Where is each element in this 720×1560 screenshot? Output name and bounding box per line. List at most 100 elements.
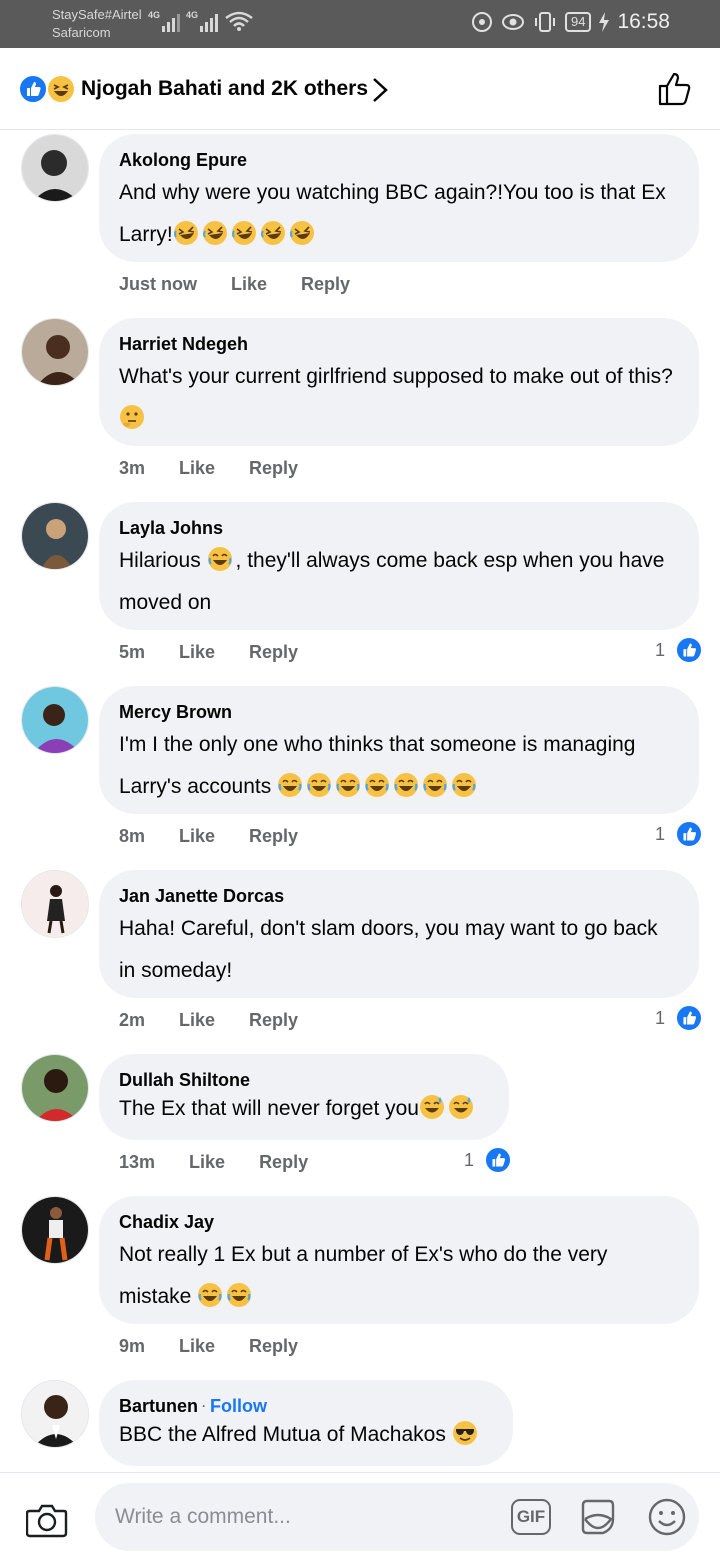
comment-input-placeholder: Write a comment... xyxy=(115,1505,291,1528)
comment-text: The Ex that will never forget you xyxy=(119,1092,489,1126)
comment-actions: 13m Like Reply xyxy=(119,1152,308,1173)
follow-button[interactable]: Follow xyxy=(210,1394,267,1418)
comment-bubble[interactable]: Bartunen · Follow BBC the Alfred Mutua o… xyxy=(99,1380,513,1466)
joy-emoji-icon xyxy=(307,773,332,797)
wifi-icon xyxy=(225,11,253,31)
avatar[interactable] xyxy=(21,686,89,754)
rofl-emoji-icon xyxy=(202,221,227,245)
like-reaction-icon xyxy=(675,1004,704,1032)
reply-button[interactable]: Reply xyxy=(249,826,298,847)
eye-icon xyxy=(501,14,524,30)
comment-time: Just now xyxy=(119,274,198,294)
avatar[interactable] xyxy=(21,1196,89,1264)
reply-button[interactable]: Reply xyxy=(249,1336,298,1357)
comment-author[interactable]: Harriet Ndegeh xyxy=(119,332,679,356)
reaction-count[interactable]: 1 xyxy=(655,636,704,664)
comment-bubble[interactable]: Harriet Ndegeh What's your current girlf… xyxy=(99,318,699,446)
sweat-smile-emoji-icon xyxy=(419,1095,444,1119)
rofl-emoji-icon xyxy=(173,221,198,245)
comment-author[interactable]: Jan Janette Dorcas xyxy=(119,884,679,908)
comment-bubble[interactable]: Dullah Shiltone The Ex that will never f… xyxy=(99,1054,509,1140)
status-bar: StaySafe#Airtel Safaricom 4G 4G 94 16:58 xyxy=(0,0,720,48)
reply-button[interactable]: Reply xyxy=(259,1152,308,1173)
reaction-count[interactable]: 1 xyxy=(464,1146,513,1174)
clock: 16:58 xyxy=(617,10,670,33)
joy-emoji-icon xyxy=(207,547,232,571)
comment-bubble[interactable]: Akolong Epure And why were you watching … xyxy=(99,134,699,262)
like-button[interactable]: Like xyxy=(231,274,267,295)
comment-bubble[interactable]: Mercy Brown I'm I the only one who think… xyxy=(99,686,699,814)
like-button[interactable]: Like xyxy=(179,1336,215,1357)
like-button[interactable]: Like xyxy=(179,1010,215,1031)
reply-button[interactable]: Reply xyxy=(249,642,298,663)
comment-author[interactable]: Dullah Shiltone xyxy=(119,1068,489,1092)
sunglasses-emoji-icon xyxy=(452,1421,477,1445)
reply-button[interactable]: Reply xyxy=(301,274,350,295)
separator-dot: · xyxy=(202,1399,207,1413)
comment-author[interactable]: Mercy Brown xyxy=(119,700,679,724)
comments-sheet: Njogah Bahati and 2K others Akolong Epur… xyxy=(0,48,720,1560)
comment-author[interactable]: Layla Johns xyxy=(119,516,679,540)
like-reaction-icon xyxy=(484,1146,513,1174)
comment-bubble[interactable]: Chadix Jay Not really 1 Ex but a number … xyxy=(99,1196,699,1324)
author-name[interactable]: Bartunen xyxy=(119,1394,198,1418)
comment-bubble[interactable]: Jan Janette Dorcas Haha! Careful, don't … xyxy=(99,870,699,998)
comment-time: 2m xyxy=(119,1010,146,1030)
chevron-right-icon[interactable] xyxy=(368,76,392,104)
comment-author[interactable]: Chadix Jay xyxy=(119,1210,679,1234)
avatar[interactable] xyxy=(21,1054,89,1122)
reactions-header[interactable]: Njogah Bahati and 2K others xyxy=(0,48,720,130)
comment-author: Bartunen · Follow xyxy=(119,1394,493,1418)
avatar[interactable] xyxy=(21,134,89,202)
comment-actions: 5m Like Reply xyxy=(119,642,298,663)
reaction-count-value: 1 xyxy=(464,1149,475,1170)
battery-indicator: 94 xyxy=(564,12,592,32)
comment-bubble[interactable]: Layla Johns Hilarious , they'll always c… xyxy=(99,502,699,630)
sticker-icon[interactable] xyxy=(577,1497,619,1539)
reaction-count-value: 1 xyxy=(655,1007,666,1028)
charging-icon xyxy=(599,12,610,32)
comment-time: 5m xyxy=(119,642,146,662)
vibrate-icon xyxy=(534,12,555,32)
sweat-smile-emoji-icon xyxy=(448,1095,473,1119)
comment-time: 3m xyxy=(119,458,146,478)
gif-icon[interactable]: GIF xyxy=(511,1499,551,1535)
reactions-summary[interactable]: Njogah Bahati and 2K others xyxy=(81,74,368,104)
reply-button[interactable]: Reply xyxy=(249,1010,298,1031)
like-button[interactable]: Like xyxy=(179,458,215,479)
joy-emoji-icon xyxy=(423,773,448,797)
like-button[interactable]: Like xyxy=(179,826,215,847)
reply-button[interactable]: Reply xyxy=(249,458,298,479)
avatar[interactable] xyxy=(21,870,89,938)
avatar[interactable] xyxy=(21,502,89,570)
comment-time: 9m xyxy=(119,1336,146,1356)
camera-icon[interactable] xyxy=(26,1501,68,1539)
haha-reaction-icon xyxy=(46,74,76,104)
reaction-count[interactable]: 1 xyxy=(655,1004,704,1032)
comment-composer: Write a comment... GIF xyxy=(0,1472,720,1560)
like-button[interactable]: Like xyxy=(189,1152,225,1173)
comment-text: I'm I the only one who thinks that someo… xyxy=(119,733,636,798)
comment-input[interactable]: Write a comment... GIF xyxy=(95,1483,699,1551)
signal-icon: 4G xyxy=(186,10,218,32)
comment-text: And why were you watching BBC again?!You… xyxy=(119,181,666,246)
thumbs-up-icon[interactable] xyxy=(656,70,694,108)
avatar[interactable] xyxy=(21,1380,89,1448)
network-type-2: 4G xyxy=(186,10,199,20)
comment-time: 8m xyxy=(119,826,146,846)
avatar[interactable] xyxy=(21,318,89,386)
comment-actions: 8m Like Reply xyxy=(119,826,298,847)
comment-time: 13m xyxy=(119,1152,156,1172)
comment-author[interactable]: Akolong Epure xyxy=(119,148,679,172)
reaction-count-value: 1 xyxy=(655,639,666,660)
joy-emoji-icon xyxy=(198,1283,223,1307)
reaction-count[interactable]: 1 xyxy=(655,820,704,848)
reaction-count-value: 1 xyxy=(655,823,666,844)
rofl-emoji-icon xyxy=(260,221,285,245)
like-reaction-icon xyxy=(675,820,704,848)
data-saver-icon xyxy=(471,12,492,32)
comment-actions: 3m Like Reply xyxy=(119,458,298,479)
like-button[interactable]: Like xyxy=(179,642,215,663)
comment-text: Not really 1 Ex but a number of Ex's who… xyxy=(119,1243,608,1308)
emoji-icon[interactable] xyxy=(647,1497,687,1537)
